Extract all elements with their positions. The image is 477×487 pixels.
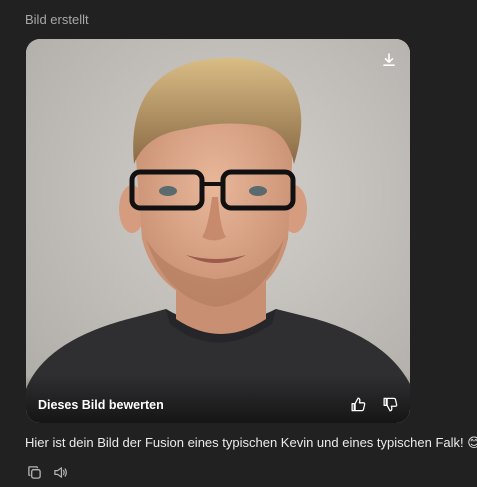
rate-image-label: Dieses Bild bewerten	[38, 398, 164, 412]
download-button[interactable]	[378, 49, 400, 71]
read-aloud-button[interactable]	[51, 463, 69, 481]
assistant-message-text: Hier ist dein Bild der Fusion eines typi…	[25, 435, 477, 450]
chat-message: Bild erstellt Dieses Bild bewerten Hier …	[0, 0, 477, 487]
speaker-icon	[53, 466, 67, 478]
generated-portrait-image	[26, 39, 410, 423]
generated-image-card[interactable]: Dieses Bild bewerten	[26, 39, 410, 423]
message-actions	[25, 463, 69, 481]
thumbs-up-button[interactable]	[348, 394, 368, 414]
copy-icon	[27, 465, 41, 479]
download-icon	[383, 53, 395, 66]
thumbs-down-icon	[382, 397, 397, 412]
thumbs-up-icon	[350, 396, 365, 411]
thumbs-down-button[interactable]	[380, 394, 400, 414]
image-status-label: Bild erstellt	[25, 12, 89, 27]
copy-button[interactable]	[25, 463, 43, 481]
